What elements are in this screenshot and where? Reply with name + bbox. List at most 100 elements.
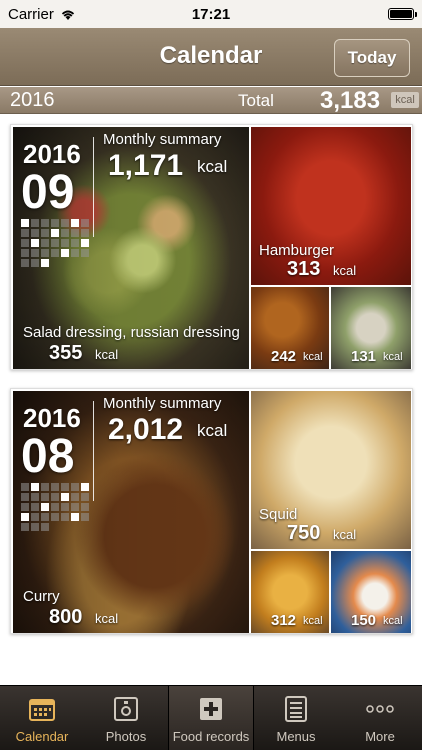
- calendar-day-cell: [21, 523, 29, 531]
- calendar-day-cell: [71, 483, 79, 491]
- calendar-day-cell: [21, 513, 29, 521]
- calendar-day-cell: [71, 259, 79, 267]
- divider: [93, 137, 94, 237]
- screen: Carrier 17:21 Calendar Today 2016 Total …: [0, 0, 422, 750]
- calendar-day-cell: [71, 513, 79, 521]
- food-photo-tile[interactable]: 242 kcal: [251, 287, 329, 369]
- monthly-summary-unit: kcal: [197, 421, 228, 440]
- year-total-bar: 2016 Total 3,183 kcal: [0, 87, 422, 114]
- calendar-day-cell: [71, 503, 79, 511]
- total-value: 3,183: [320, 87, 381, 114]
- calendar-day-cell: [71, 239, 79, 247]
- month-mini-calendar: [21, 483, 89, 531]
- month-card[interactable]: 2016 09 Monthly summary 1,171 kcal Salad…: [10, 124, 413, 370]
- food-kcal: 312: [271, 612, 297, 629]
- calendar-day-cell: [41, 523, 49, 531]
- calendar-day-cell: [31, 239, 39, 247]
- monthly-summary-value: 2,012: [108, 413, 184, 446]
- calendar-day-cell: [51, 483, 59, 491]
- total-year: 2016: [10, 89, 55, 111]
- calendar-day-cell: [61, 229, 69, 237]
- featured-food-kcal: 355: [49, 342, 83, 364]
- tab-photos[interactable]: Photos: [84, 686, 168, 750]
- calendar-day-cell: [81, 493, 89, 501]
- featured-food-unit: kcal: [95, 611, 119, 626]
- calendar-icon: [27, 694, 57, 724]
- total-unit-badge: kcal: [391, 92, 419, 108]
- calendar-day-cell: [21, 249, 29, 257]
- calendar-day-cell: [71, 249, 79, 257]
- calendar-day-cell: [51, 523, 59, 531]
- calendar-day-cell: [51, 219, 59, 227]
- calendar-day-cell: [41, 483, 49, 491]
- calendar-day-cell: [81, 239, 89, 247]
- calendar-day-cell: [71, 229, 79, 237]
- battery-icon: [388, 8, 417, 20]
- food-unit: kcal: [383, 351, 403, 363]
- calendar-day-cell: [51, 493, 59, 501]
- tab-label: Food records: [172, 729, 250, 744]
- tab-menus[interactable]: Menus: [254, 686, 338, 750]
- calendar-day-cell: [41, 229, 49, 237]
- calendar-day-cell: [31, 483, 39, 491]
- calendar-day-cell: [41, 513, 49, 521]
- navigation-bar: Calendar Today: [0, 28, 422, 86]
- more-icon: [365, 694, 395, 724]
- monthly-summary-label: Monthly summary: [103, 131, 222, 148]
- tab-more[interactable]: More: [338, 686, 422, 750]
- calendar-day-cell: [71, 523, 79, 531]
- food-name: Hamburger: [259, 242, 335, 259]
- food-photo-tile[interactable]: Squid 750 kcal: [251, 391, 411, 549]
- featured-food-name: Salad dressing, russian dressing: [23, 324, 240, 341]
- tab-calendar[interactable]: Calendar: [0, 686, 84, 750]
- featured-food-name: Curry: [23, 588, 60, 605]
- calendar-day-cell: [41, 503, 49, 511]
- calendar-day-cell: [61, 523, 69, 531]
- calendar-day-cell: [81, 483, 89, 491]
- total-label: Total: [238, 91, 274, 110]
- food-photo-tile[interactable]: 312 kcal: [251, 551, 329, 633]
- food-photo-tile[interactable]: 131 kcal: [331, 287, 411, 369]
- food-unit: kcal: [333, 263, 357, 278]
- calendar-day-cell: [21, 503, 29, 511]
- calendar-day-cell: [61, 249, 69, 257]
- tab-food-records[interactable]: Food records: [168, 686, 254, 750]
- calendar-day-cell: [81, 523, 89, 531]
- today-button[interactable]: Today: [334, 39, 410, 77]
- calendar-day-cell: [71, 493, 79, 501]
- calendar-day-cell: [31, 523, 39, 531]
- calendar-day-cell: [41, 239, 49, 247]
- featured-food-photo[interactable]: 2016 08 Monthly summary 2,012 kcal Curry…: [13, 391, 249, 633]
- monthly-summary-label: Monthly summary: [103, 395, 222, 412]
- calendar-day-cell: [31, 259, 39, 267]
- food-unit: kcal: [383, 615, 403, 627]
- food-kcal: 242: [271, 348, 297, 365]
- photos-icon: [111, 694, 141, 724]
- calendar-day-cell: [71, 219, 79, 227]
- food-photo-tile[interactable]: 150 kcal: [331, 551, 411, 633]
- calendar-day-cell: [31, 249, 39, 257]
- food-kcal: 750: [287, 522, 321, 544]
- featured-food-unit: kcal: [95, 347, 119, 362]
- food-photo-tile[interactable]: Hamburger 313 kcal: [251, 127, 411, 285]
- calendar-day-cell: [61, 219, 69, 227]
- calendar-day-cell: [51, 503, 59, 511]
- featured-food-photo[interactable]: 2016 09 Monthly summary 1,171 kcal Salad…: [13, 127, 249, 369]
- calendar-day-cell: [21, 259, 29, 267]
- calendar-day-cell: [81, 219, 89, 227]
- month-mini-calendar: [21, 219, 89, 267]
- calendar-day-cell: [61, 513, 69, 521]
- calendar-day-cell: [41, 219, 49, 227]
- calendar-day-cell: [41, 259, 49, 267]
- calendar-day-cell: [41, 493, 49, 501]
- food-kcal: 313: [287, 258, 321, 280]
- calendar-day-cell: [51, 239, 59, 247]
- calendar-day-cell: [61, 259, 69, 267]
- calendar-day-cell: [81, 513, 89, 521]
- plus-icon: [196, 694, 226, 724]
- divider: [93, 401, 94, 501]
- food-name: Squid: [259, 506, 298, 523]
- month-card[interactable]: 2016 08 Monthly summary 2,012 kcal Curry…: [10, 388, 413, 634]
- tab-label: Photos: [105, 729, 147, 744]
- status-bar: Carrier 17:21: [0, 0, 422, 28]
